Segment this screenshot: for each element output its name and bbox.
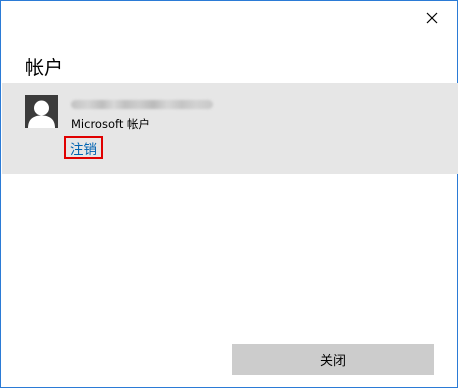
close-icon-glyph — [426, 12, 438, 24]
sign-out-link[interactable]: 注销 — [64, 136, 103, 159]
account-type-label: Microsoft 帐户 — [71, 117, 150, 131]
user-icon — [25, 95, 58, 128]
account-name-redacted — [71, 100, 213, 109]
sign-out-label: 注销 — [70, 141, 97, 158]
account-dialog: 帐户 Microsoft 帐户 注销 关闭 — [0, 0, 458, 388]
close-button[interactable]: 关闭 — [232, 344, 434, 375]
dialog-title: 帐户 — [25, 57, 64, 79]
account-panel: Microsoft 帐户 注销 — [2, 83, 458, 174]
close-button-label: 关闭 — [319, 354, 346, 369]
close-icon[interactable] — [421, 7, 443, 29]
